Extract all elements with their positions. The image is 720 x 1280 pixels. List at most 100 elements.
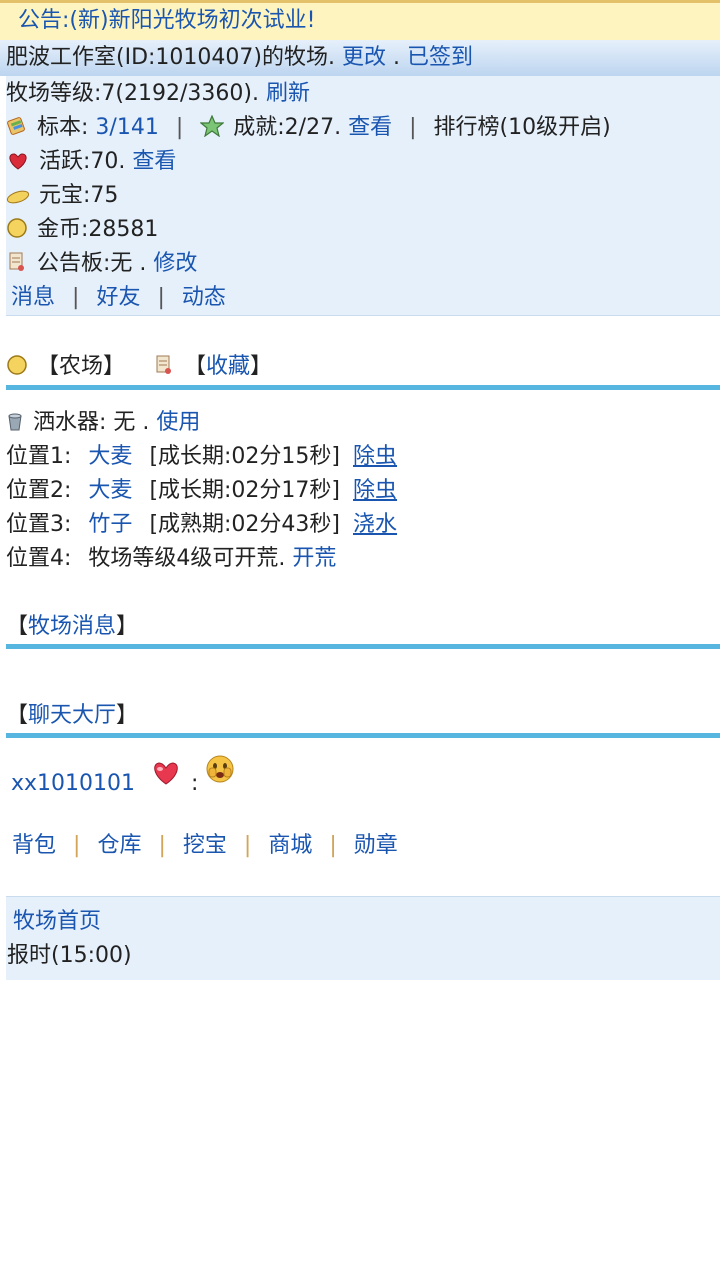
nav-messages[interactable]: 消息 [11, 285, 55, 310]
plot-crop-link[interactable]: 竹子 [88, 512, 132, 537]
ranch-home-link[interactable]: 牧场首页 [13, 909, 101, 934]
gold-coin-icon [6, 353, 28, 387]
section-divider [6, 644, 720, 649]
board-edit-link[interactable]: 修改 [153, 251, 197, 276]
achievement-text: 成就:2/27. [233, 115, 342, 140]
activity-row: 活跃:70. 查看 [6, 145, 720, 179]
bracket-open: 【 [184, 354, 207, 379]
section-divider [6, 733, 720, 738]
notice-text[interactable]: 公告:(新)新阳光牧场初次试业! [18, 8, 315, 33]
heart-icon [150, 757, 182, 803]
divider: | [72, 285, 80, 310]
section-divider [6, 385, 720, 390]
level-row: 牧场等级:7(2192/3360). 刷新 [6, 77, 720, 111]
home-link-row: 牧场首页 [13, 905, 720, 939]
plot-action-link[interactable]: 除虫 [353, 478, 397, 503]
bracket-close: 】 [250, 354, 273, 379]
scroll-icon [153, 353, 175, 387]
chat-hall-header: 【聊天大厅】 [6, 699, 720, 733]
yuanbao-row: 元宝:75 [6, 179, 720, 213]
header-bar: 肥波工作室(ID:1010407)的牧场. 更改 . 已签到 [0, 40, 720, 76]
plot-locked-text: 牧场等级4级可开荒. [88, 546, 286, 571]
plot-reclaim-link[interactable]: 开荒 [292, 546, 336, 571]
plot-crop-link[interactable]: 大麦 [88, 444, 132, 469]
yuanbao-text: 元宝:75 [39, 183, 119, 208]
plot-position: 位置2: [6, 478, 72, 503]
plot-row-1: 位置1: 大麦 [成长期:02分15秒] 除虫 [6, 440, 397, 474]
plot-position: 位置3: [6, 512, 72, 537]
plot-crop-link[interactable]: 大麦 [88, 478, 132, 503]
chat-colon: : [191, 771, 199, 796]
refresh-link[interactable]: 刷新 [266, 81, 310, 106]
gold-coin-icon [6, 216, 28, 250]
divider: | [329, 833, 337, 858]
divider: | [409, 115, 417, 140]
plot-status: [成长期:02分17秒] [149, 478, 341, 503]
farm-label: 【农场】 [37, 354, 126, 379]
sprinkler-icon [6, 409, 24, 443]
plot-row-2: 位置2: 大麦 [成长期:02分17秒] 除虫 [6, 474, 397, 508]
achievement-view-link[interactable]: 查看 [348, 115, 392, 140]
info-panel: 牧场等级:7(2192/3360). 刷新 标本: 3/141 | 成就:2/2… [6, 76, 720, 316]
plot-action-link[interactable]: 浇水 [353, 512, 397, 537]
collection-link[interactable]: 收藏 [206, 354, 250, 379]
divider: | [157, 285, 165, 310]
plot-status: [成熟期:02分43秒] [149, 512, 341, 537]
specimen-icon [6, 114, 28, 148]
dot-separator: . [393, 45, 400, 70]
bracket-open: 【 [6, 703, 29, 728]
level-text: 牧场等级:7(2192/3360). [6, 81, 259, 106]
sprinkler-text: 洒水器: 无 . [33, 410, 150, 435]
change-link[interactable]: 更改 [342, 45, 386, 70]
ranking-text: 排行榜(10级开启) [433, 115, 611, 140]
gold-text: 金币:28581 [37, 217, 159, 242]
owner-text: 肥波工作室(ID:1010407)的牧场. [6, 45, 335, 70]
nav-activity-feed[interactable]: 动态 [182, 285, 226, 310]
treasure-dig-link[interactable]: 挖宝 [183, 833, 227, 858]
farm-section-header: 【农场】 【收藏】 [6, 350, 720, 384]
bracket-close: 】 [116, 614, 139, 639]
plot-position: 位置4: [6, 546, 72, 571]
ranch-messages-header: 【牧场消息】 [6, 610, 720, 644]
sprinkler-use-link[interactable]: 使用 [156, 410, 200, 435]
time-report: 报时(15:00) [7, 943, 132, 968]
specimen-value-link[interactable]: 3/141 [95, 115, 158, 140]
scroll-icon [6, 250, 28, 284]
notice-banner[interactable]: 公告:(新)新阳光牧场初次试业! [0, 0, 720, 40]
ranch-messages-link[interactable]: 牧场消息 [28, 614, 116, 639]
medals-link[interactable]: 勋章 [354, 833, 398, 858]
gold-row: 金币:28581 [6, 213, 720, 247]
bag-link[interactable]: 背包 [12, 833, 56, 858]
time-row: 报时(15:00) [7, 939, 720, 973]
chat-hall-link[interactable]: 聊天大厅 [28, 703, 116, 728]
specimen-label: 标本: [37, 115, 89, 140]
home-panel: 牧场首页 报时(15:00) [6, 896, 720, 980]
plot-action-link[interactable]: 除虫 [353, 444, 397, 469]
sprinkler-row: 洒水器: 无 . 使用 [6, 406, 200, 440]
divider: | [175, 115, 184, 140]
board-row: 公告板:无 . 修改 [6, 247, 720, 281]
info-nav: 消息 | 好友 | 动态 [6, 281, 720, 315]
plot-row-3: 位置3: 竹子 [成熟期:02分43秒] 浇水 [6, 508, 397, 542]
shop-link[interactable]: 商城 [268, 833, 312, 858]
heart-icon [6, 148, 30, 182]
signed-in-link[interactable]: 已签到 [407, 45, 473, 70]
star-icon [199, 114, 225, 148]
shocked-emoji-icon [205, 754, 235, 801]
warehouse-link[interactable]: 仓库 [97, 833, 141, 858]
plot-status: [成长期:02分15秒] [149, 444, 341, 469]
nav-friends[interactable]: 好友 [96, 285, 140, 310]
chat-user-link[interactable]: xx1010101 [11, 771, 135, 796]
divider: | [243, 833, 252, 858]
ingot-icon [6, 182, 30, 216]
bottom-nav: 背包 | 仓库 | 挖宝 | 商城 | 勋章 [6, 829, 398, 863]
divider: | [158, 833, 166, 858]
bracket-close: 】 [116, 703, 139, 728]
board-text: 公告板:无 . [37, 251, 147, 276]
divider: | [73, 833, 81, 858]
bracket-open: 【 [6, 614, 29, 639]
activity-text: 活跃:70. [39, 149, 126, 174]
specimen-row: 标本: 3/141 | 成就:2/27. 查看 | 排行榜(10级开启) [6, 111, 720, 145]
plot-row-4: 位置4: 牧场等级4级可开荒. 开荒 [6, 542, 336, 576]
activity-view-link[interactable]: 查看 [132, 149, 176, 174]
